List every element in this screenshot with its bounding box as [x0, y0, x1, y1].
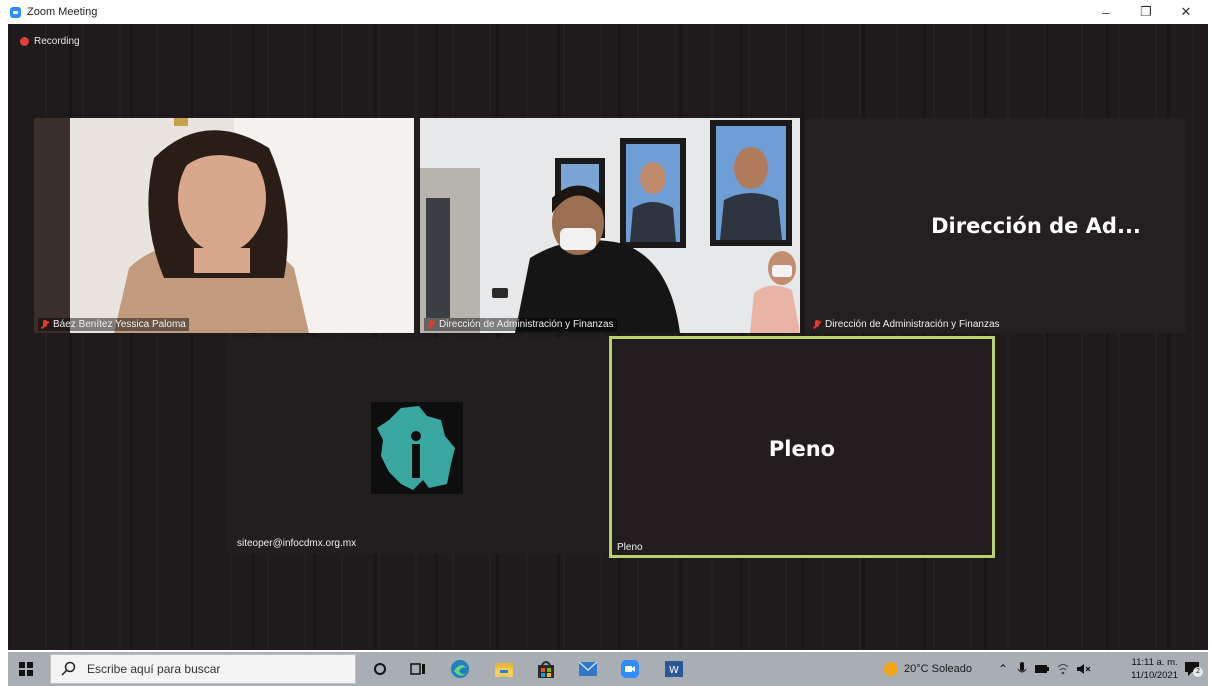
battery-icon[interactable]: [1035, 664, 1050, 674]
minimize-button[interactable]: –: [1088, 0, 1124, 24]
system-tray: ⌃: [998, 652, 1091, 686]
recording-label: Recording: [34, 36, 80, 47]
recording-indicator[interactable]: Recording: [20, 36, 80, 47]
mic-muted-icon: [41, 319, 49, 330]
taskbar-search-box[interactable]: Escribe aquí para buscar: [50, 654, 356, 684]
video-tile-siteoper[interactable]: siteoper@infocdmx.org.mx: [226, 338, 608, 554]
participant-name-label: Pleno: [614, 541, 646, 554]
video-tile-direccion-2[interactable]: Dirección de Ad... Dirección de Administ…: [806, 118, 1186, 333]
weather-widget[interactable]: 20°C Soleado: [884, 652, 972, 686]
mic-muted-icon: [427, 319, 435, 330]
participant-name: siteoper@infocdmx.org.mx: [237, 538, 357, 549]
participant-display-name: Pleno: [768, 437, 836, 461]
participant-name: Báez Benítez Yessica Paloma: [53, 319, 186, 330]
participant-name-label: siteoper@infocdmx.org.mx: [234, 537, 359, 550]
recording-dot-icon: [20, 37, 29, 46]
weather-text: 20°C Soleado: [904, 663, 973, 675]
window-title: Zoom Meeting: [27, 6, 98, 18]
file-explorer-icon[interactable]: [492, 657, 516, 681]
sun-icon: [884, 662, 898, 676]
microphone-icon[interactable]: [1017, 662, 1027, 676]
restore-button[interactable]: ❐: [1128, 0, 1164, 24]
mail-icon[interactable]: [576, 657, 600, 681]
zoom-screenshot: Zoom Meeting – ❐ ✕ Recording Báez Beníte…: [0, 0, 1212, 686]
notification-center-icon[interactable]: 2: [1184, 660, 1203, 678]
participant-name: Dirección de Administración y Finanzas: [439, 319, 614, 330]
video-tile-direccion-1[interactable]: Dirección de Administración y Finanzas: [420, 118, 800, 333]
windows-taskbar: Escribe aquí para buscar W 20°C Soleado: [8, 652, 1208, 686]
svg-text:W: W: [669, 665, 679, 676]
taskbar-clock[interactable]: 11:11 a. m. 11/10/2021: [1131, 656, 1178, 682]
word-icon[interactable]: W: [662, 657, 686, 681]
clock-time: 11:11 a. m.: [1131, 657, 1178, 668]
wifi-icon[interactable]: [1057, 663, 1069, 675]
participant-name-label: Báez Benítez Yessica Paloma: [38, 318, 189, 331]
participant-display-name: Dirección de Ad...: [931, 214, 1141, 238]
zoom-icon[interactable]: [618, 657, 642, 681]
task-view-icon[interactable]: [406, 657, 430, 681]
close-button[interactable]: ✕: [1168, 0, 1204, 24]
search-icon: [61, 661, 76, 676]
cortana-icon[interactable]: [368, 657, 392, 681]
zoom-logo-icon: [10, 6, 21, 18]
video-tile-baez[interactable]: Báez Benítez Yessica Paloma: [34, 118, 414, 333]
video-tile-pleno-active-speaker[interactable]: Pleno Pleno: [609, 336, 995, 558]
participant-name-label: Dirección de Administración y Finanzas: [424, 318, 617, 331]
participant-video: [34, 118, 414, 333]
store-icon[interactable]: [534, 657, 558, 681]
clock-date: 11/10/2021: [1131, 670, 1178, 681]
search-placeholder: Escribe aquí para buscar: [87, 662, 221, 676]
infocdmx-logo: [371, 402, 463, 494]
participant-name: Dirección de Administración y Finanzas: [825, 319, 1000, 330]
infocdmx-logo-icon: [377, 406, 455, 490]
title-bar: Zoom Meeting – ❐ ✕: [0, 0, 1212, 24]
mic-muted-icon: [813, 319, 821, 330]
meeting-gallery: Recording Báez Benítez Yessica Paloma Di…: [8, 24, 1208, 650]
show-hidden-icons-chevron-icon[interactable]: ⌃: [998, 662, 1008, 676]
volume-muted-icon[interactable]: [1077, 663, 1091, 675]
windows-start-icon: [19, 662, 33, 676]
start-button[interactable]: [8, 652, 44, 686]
edge-icon[interactable]: [448, 657, 472, 681]
participant-video: [420, 118, 800, 333]
participant-name: Pleno: [617, 542, 643, 553]
notification-count: 2: [1193, 667, 1203, 677]
participant-name-label: Dirección de Administración y Finanzas: [810, 318, 1003, 331]
